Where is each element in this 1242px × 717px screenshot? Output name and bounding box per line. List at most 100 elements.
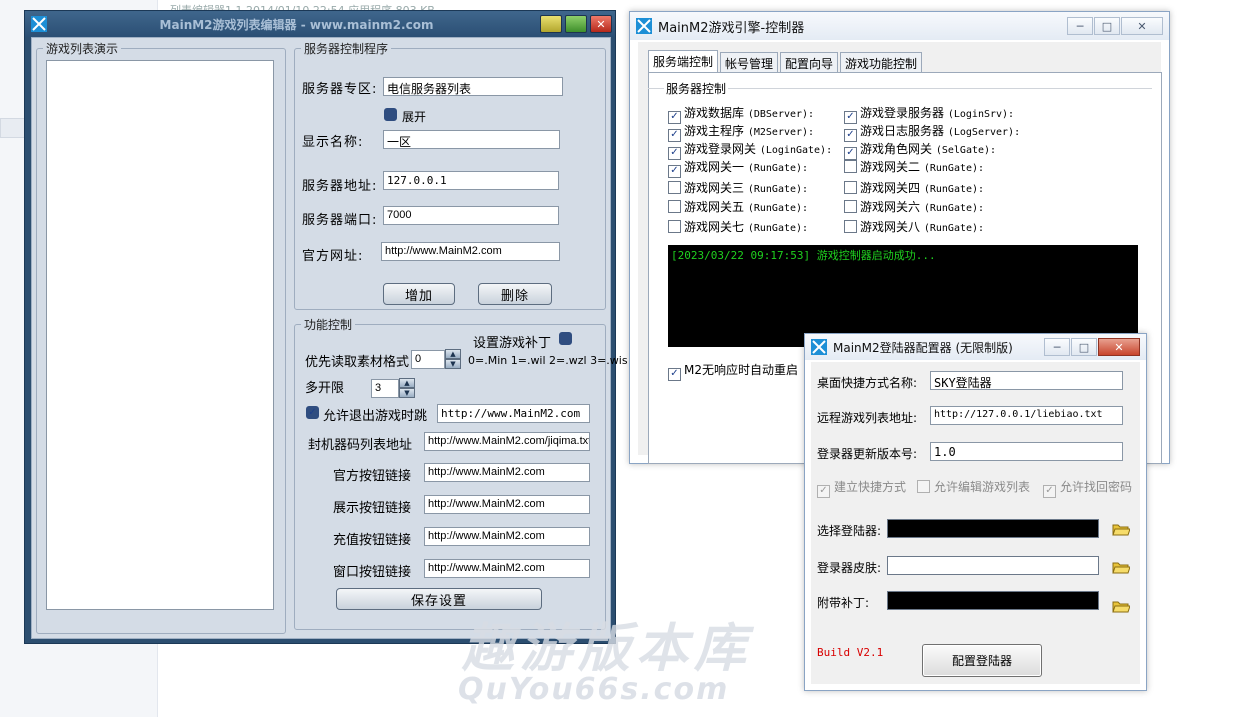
- service-checkbox[interactable]: [844, 220, 857, 233]
- multi-open-input[interactable]: 3: [371, 379, 399, 398]
- service-checkbox[interactable]: [668, 181, 681, 194]
- service-name: 游戏角色网关: [860, 142, 933, 156]
- service-option-left-4[interactable]: 游戏网关三 (RunGate):: [668, 179, 808, 196]
- minimize-button[interactable]: [540, 15, 562, 33]
- folder-open-icon[interactable]: [1112, 560, 1130, 574]
- service-name: 游戏网关二: [860, 160, 921, 174]
- spin-up-icon[interactable]: ▲: [399, 378, 415, 388]
- tab-game-function[interactable]: 游戏功能控制: [840, 52, 923, 72]
- opt-recover-pw-checkbox[interactable]: [1043, 484, 1056, 498]
- version-input[interactable]: 1.0: [930, 442, 1123, 461]
- console-log: [2023/03/22 09:17:53] 游戏控制器启动成功...: [668, 245, 1138, 347]
- folder-open-icon[interactable]: [1112, 599, 1130, 613]
- service-checkbox[interactable]: [844, 200, 857, 213]
- editor-title: MainM2游戏列表编辑器 - www.mainm2.com: [159, 17, 434, 32]
- opt-shortcut-checkbox[interactable]: [817, 484, 830, 498]
- service-checkbox[interactable]: [668, 200, 681, 213]
- patch-checkbox[interactable]: [559, 332, 572, 345]
- zone-input[interactable]: 电信服务器列表: [383, 77, 563, 96]
- show-link-input[interactable]: http://www.MainM2.com: [424, 495, 590, 514]
- material-format-input[interactable]: 0: [411, 350, 445, 369]
- service-code: (RunGate):: [923, 203, 985, 214]
- close-button[interactable]: ✕: [1098, 338, 1140, 356]
- explorer-side-button[interactable]: [0, 118, 26, 138]
- add-button[interactable]: 增加: [383, 283, 455, 305]
- controller-title: MainM2游戏引擎-控制器: [658, 20, 805, 36]
- service-option-left-2[interactable]: 游戏登录网关 (LoginGate):: [668, 140, 832, 160]
- service-checkbox[interactable]: [844, 160, 857, 173]
- tab-server-control[interactable]: 服务端控制: [648, 50, 719, 72]
- service-option-right-1[interactable]: 游戏日志服务器 (LogServer):: [844, 122, 1020, 142]
- opt-shortcut[interactable]: 建立快捷方式: [817, 478, 906, 498]
- spin-up-icon[interactable]: ▲: [445, 349, 461, 359]
- configure-launcher-button[interactable]: 配置登陆器: [922, 644, 1042, 677]
- service-code: (LoginSrv):: [947, 109, 1015, 120]
- spin-down-icon[interactable]: ▼: [445, 359, 461, 369]
- select-launcher-path[interactable]: [887, 519, 1099, 538]
- service-name: 游戏网关一: [684, 160, 745, 174]
- service-option-right-6[interactable]: 游戏网关八 (RunGate):: [844, 218, 984, 235]
- service-code: (RunGate):: [747, 223, 809, 234]
- opt-edit-list-label: 允许编辑游戏列表: [934, 480, 1031, 494]
- list-editor-window: MainM2游戏列表编辑器 - www.mainm2.com ✕ 游戏列表演示 …: [24, 10, 628, 644]
- exit-jump-checkbox[interactable]: [306, 406, 319, 419]
- watermark-en: QuYou66s.com: [458, 672, 730, 707]
- list-preview-legend: 游戏列表演示: [46, 42, 119, 56]
- service-option-left-0[interactable]: 游戏数据库 (DBServer):: [668, 104, 814, 124]
- service-option-left-3[interactable]: 游戏网关一 (RunGate):: [668, 158, 808, 178]
- close-button[interactable]: ✕: [1121, 17, 1163, 35]
- auto-restart-checkbox[interactable]: [668, 367, 681, 381]
- opt-recover-pw[interactable]: 允许找回密码: [1043, 478, 1132, 498]
- service-option-left-1[interactable]: 游戏主程序 (M2Server):: [668, 122, 814, 142]
- recharge-link-input[interactable]: http://www.MainM2.com: [424, 527, 590, 546]
- display-name-input[interactable]: 一区: [383, 130, 560, 149]
- delete-button[interactable]: 删除: [478, 283, 552, 305]
- controller-titlebar[interactable]: MainM2游戏引擎-控制器 ─ □ ✕: [630, 12, 1169, 40]
- list-url-input[interactable]: http://127.0.0.1/liebiao.txt: [930, 406, 1123, 425]
- service-option-left-5[interactable]: 游戏网关五 (RunGate):: [668, 198, 808, 215]
- service-option-left-6[interactable]: 游戏网关七 (RunGate):: [668, 218, 808, 235]
- recharge-link-label: 充值按钮链接: [333, 533, 412, 548]
- maximize-button[interactable]: [565, 15, 587, 33]
- service-option-right-3[interactable]: 游戏网关二 (RunGate):: [844, 158, 984, 175]
- service-option-right-4[interactable]: 游戏网关四 (RunGate):: [844, 179, 984, 196]
- service-option-right-0[interactable]: 游戏登录服务器 (LoginSrv):: [844, 104, 1014, 124]
- address-input[interactable]: 127.0.0.1: [383, 171, 559, 190]
- minimize-button[interactable]: ─: [1044, 338, 1070, 356]
- shortcut-name-input[interactable]: SKY登陆器: [930, 371, 1123, 390]
- ban-list-input[interactable]: http://www.MainM2.com/jiqima.txt: [424, 432, 590, 451]
- address-label: 服务器地址:: [302, 179, 378, 194]
- folder-open-icon[interactable]: [1112, 522, 1130, 536]
- exit-jump-input[interactable]: http://www.MainM2.com: [437, 404, 590, 423]
- site-input[interactable]: http://www.MainM2.com: [381, 242, 560, 261]
- auto-restart-option[interactable]: M2无响应时自动重启: [668, 361, 798, 381]
- maximize-button[interactable]: □: [1094, 17, 1120, 35]
- close-button[interactable]: ✕: [590, 15, 612, 33]
- service-checkbox[interactable]: [844, 181, 857, 194]
- editor-titlebar[interactable]: MainM2游戏列表编辑器 - www.mainm2.com ✕: [25, 11, 615, 37]
- expand-checkbox[interactable]: [384, 108, 397, 121]
- window-link-input[interactable]: http://www.MainM2.com: [424, 559, 590, 578]
- launcher-titlebar[interactable]: MainM2登陆器配置器 (无限制版) ─ □ ✕: [805, 334, 1146, 360]
- service-checkbox[interactable]: [668, 220, 681, 233]
- service-checkbox[interactable]: [668, 164, 681, 178]
- service-option-right-5[interactable]: 游戏网关六 (RunGate):: [844, 198, 984, 215]
- port-input[interactable]: 7000: [383, 206, 559, 225]
- material-format-spinner[interactable]: ▲ ▼: [445, 349, 461, 369]
- game-list-preview[interactable]: [46, 60, 274, 610]
- service-option-right-2[interactable]: 游戏角色网关 (SelGate):: [844, 140, 996, 160]
- multi-open-spinner[interactable]: ▲ ▼: [399, 378, 415, 398]
- minimize-button[interactable]: ─: [1067, 17, 1093, 35]
- skin-path[interactable]: [887, 556, 1099, 575]
- tab-wizard[interactable]: 配置向导: [780, 52, 839, 72]
- opt-edit-list-checkbox[interactable]: [917, 480, 930, 493]
- service-name: 游戏网关八: [860, 220, 921, 234]
- opt-edit-list[interactable]: 允许编辑游戏列表: [917, 478, 1030, 495]
- spin-down-icon[interactable]: ▼: [399, 388, 415, 398]
- patch-path[interactable]: [887, 591, 1099, 610]
- tab-account[interactable]: 帐号管理: [720, 52, 779, 72]
- service-code: (LogServer):: [947, 127, 1021, 138]
- maximize-button[interactable]: □: [1071, 338, 1097, 356]
- server-control-legend: 服务器控制程序: [304, 42, 389, 56]
- official-link-input[interactable]: http://www.MainM2.com: [424, 463, 590, 482]
